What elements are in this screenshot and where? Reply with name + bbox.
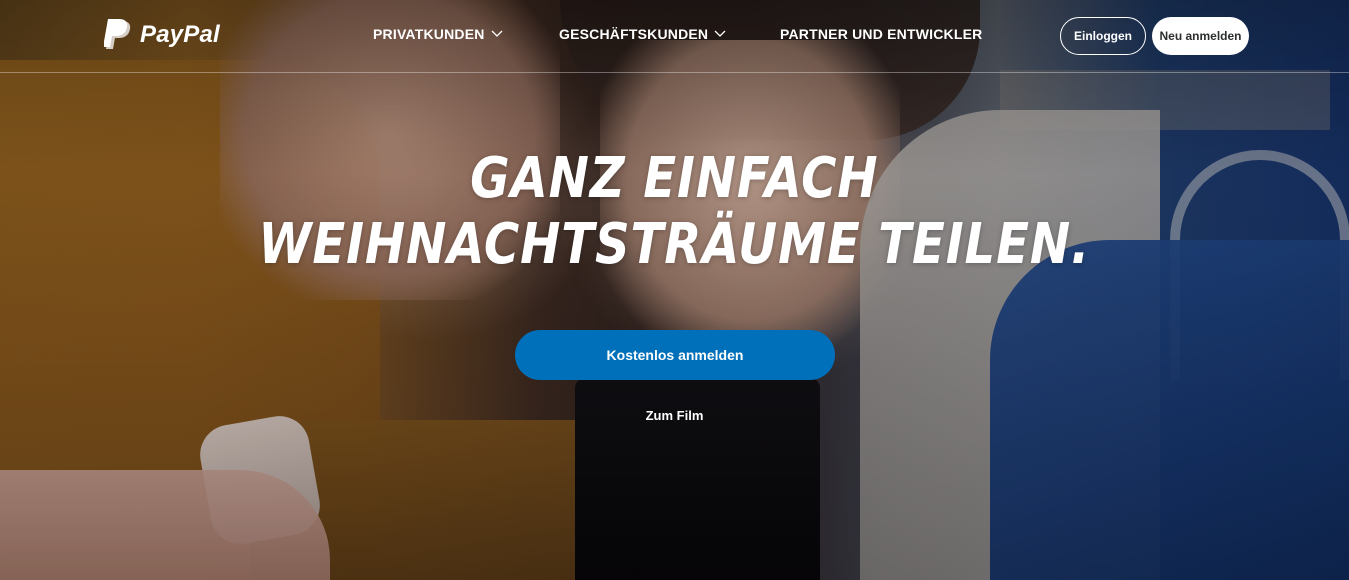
nav-partner-entwickler-label: PARTNER UND ENTWICKLER bbox=[780, 26, 983, 42]
paypal-p-icon bbox=[104, 19, 131, 49]
chevron-down-icon bbox=[491, 30, 503, 37]
login-button[interactable]: Einloggen bbox=[1060, 17, 1146, 55]
hero-headline-line2: WEIHNACHTSTRÄUME TEILEN. bbox=[258, 212, 1091, 277]
image-overlay bbox=[0, 0, 1349, 580]
watch-film-link[interactable]: Zum Film bbox=[646, 408, 704, 423]
hero-section: PayPal PRIVATKUNDEN GESCHÄFTSKUNDEN PART… bbox=[0, 0, 1349, 580]
nav-geschaeftskunden[interactable]: GESCHÄFTSKUNDEN bbox=[559, 26, 726, 42]
site-header: PayPal PRIVATKUNDEN GESCHÄFTSKUNDEN PART… bbox=[0, 0, 1349, 73]
brand-name: PayPal bbox=[140, 21, 220, 48]
nav-privatkunden-label: PRIVATKUNDEN bbox=[373, 26, 485, 42]
signup-button[interactable]: Neu anmelden bbox=[1152, 17, 1249, 55]
hero-headline: GANZ EINFACH WEIHNACHTSTRÄUME TEILEN. bbox=[94, 146, 1254, 278]
nav-privatkunden[interactable]: PRIVATKUNDEN bbox=[373, 26, 503, 42]
film-link-container: Zum Film bbox=[0, 408, 1349, 423]
paypal-logo-link[interactable]: PayPal bbox=[104, 19, 220, 51]
nav-partner-entwickler[interactable]: PARTNER UND ENTWICKLER bbox=[780, 26, 982, 42]
chevron-down-icon bbox=[714, 30, 726, 37]
hero-headline-line1: GANZ EINFACH bbox=[470, 146, 879, 211]
free-signup-button[interactable]: Kostenlos anmelden bbox=[515, 330, 835, 380]
nav-geschaeftskunden-label: GESCHÄFTSKUNDEN bbox=[559, 26, 709, 42]
